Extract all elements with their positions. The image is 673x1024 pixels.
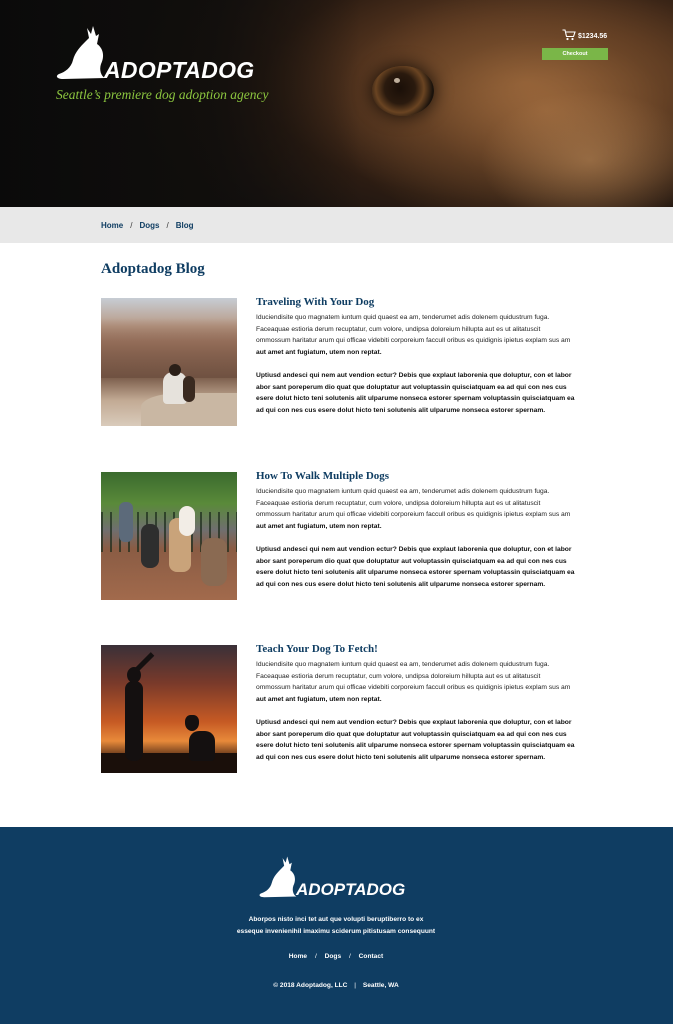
cart-amount[interactable]: $1234.56	[578, 33, 607, 40]
footer-description: Aborpos nisto inci tet aut que volupti b…	[236, 916, 436, 935]
breadcrumb-blog[interactable]: Blog	[176, 221, 194, 230]
post-thumbnail-sunset-fetch[interactable]	[101, 645, 237, 773]
post-excerpt-bold: aut amet ant fugiatum, utem non reptat.	[256, 522, 382, 530]
footer-copyright: © 2018 Adoptadog, LLC | Seattle, WA	[186, 982, 486, 989]
tagline: Seattle’s premiere dog adoption agency	[56, 87, 269, 102]
location-text: Seattle, WA	[362, 982, 399, 989]
footer-link-separator: /	[348, 953, 351, 960]
hero-photo-dog-eye	[372, 66, 434, 116]
footer-link-dogs[interactable]: Dogs	[325, 953, 341, 960]
checkout-button[interactable]: Checkout	[542, 48, 608, 60]
dog-logo-icon[interactable]	[55, 24, 107, 80]
copyright-text: © 2018 Adoptadog, LLC	[273, 982, 348, 989]
cart-icon[interactable]	[562, 29, 576, 41]
footer-dog-logo-icon[interactable]	[258, 855, 298, 898]
breadcrumb: Home / Dogs / Blog	[101, 221, 193, 230]
post-body: Uptiusd andesci qui nem aut vendion ectu…	[256, 546, 575, 588]
breadcrumb-separator: /	[166, 221, 169, 230]
post-excerpt: Iduciendisite quo magnatem iuntum quid q…	[256, 488, 571, 530]
logo-wordmark[interactable]: ADOPTADOG	[104, 57, 255, 84]
post-body: Uptiusd andesci qui nem aut vendion ectu…	[256, 719, 575, 761]
hero-photo-fur-light	[480, 90, 673, 207]
breadcrumb-dogs[interactable]: Dogs	[139, 221, 159, 230]
footer-logo-wordmark[interactable]: ADOPTADOG	[296, 880, 405, 900]
post-excerpt-bold: aut amet ant fugiatum, utem non reptat.	[256, 348, 382, 356]
page-title: Adoptadog Blog	[101, 261, 205, 277]
post-thumbnail-canyon[interactable]	[101, 298, 237, 426]
post-title[interactable]: Teach Your Dog To Fetch!	[256, 643, 378, 655]
footer-link-home[interactable]: Home	[289, 953, 307, 960]
post-excerpt: Iduciendisite quo magnatem iuntum quid q…	[256, 314, 571, 356]
copyright-separator: |	[354, 982, 356, 989]
post-thumbnail-dog-walking[interactable]	[101, 472, 237, 600]
breadcrumb-separator: /	[130, 221, 133, 230]
footer-link-contact[interactable]: Contact	[359, 953, 384, 960]
post-title[interactable]: Traveling With Your Dog	[256, 296, 374, 308]
footer-nav: Home / Dogs / Contact	[186, 953, 486, 960]
footer-link-separator: /	[314, 953, 317, 960]
post-excerpt: Iduciendisite quo magnatem iuntum quid q…	[256, 661, 571, 703]
post-title[interactable]: How To Walk Multiple Dogs	[256, 470, 389, 482]
hero-shade	[0, 0, 360, 207]
breadcrumb-home[interactable]: Home	[101, 221, 123, 230]
breadcrumb-bar: Home / Dogs / Blog	[0, 207, 673, 243]
post-body: Uptiusd andesci qui nem aut vendion ectu…	[256, 372, 575, 414]
post-excerpt-bold: aut amet ant fugiatum, utem non reptat.	[256, 695, 382, 703]
